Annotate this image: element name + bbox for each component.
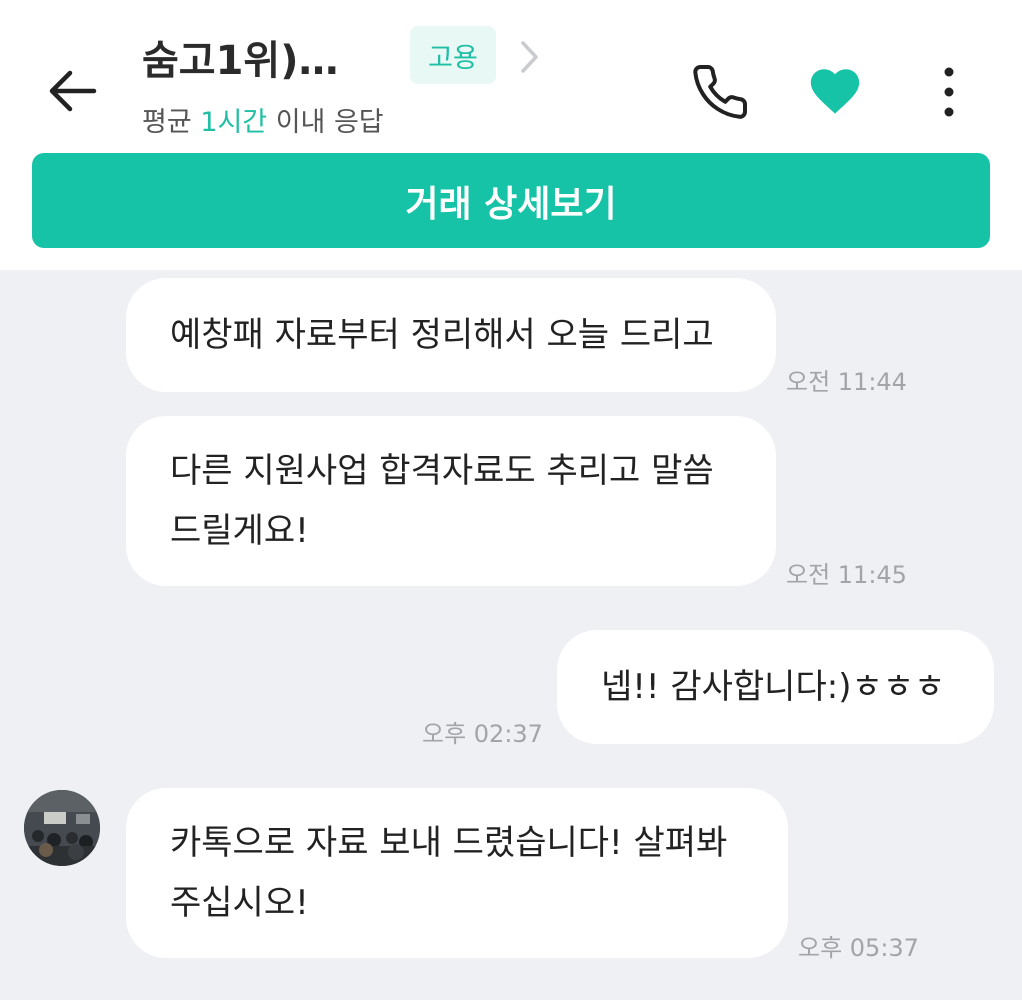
deal-details-button[interactable]: 거래 상세보기 [32,153,990,248]
back-arrow-icon[interactable] [44,62,102,120]
chat-title[interactable]: 숨고1위)… [142,28,339,86]
avatar-photo [24,790,100,866]
chevron-right-icon[interactable] [514,38,544,76]
message-line: 예창패 자료부터 정리해서 오늘 드리고 [170,315,714,355]
message-line: 넵!! 감사합니다:)ㅎㅎㅎ [601,667,946,707]
avatar[interactable] [24,790,100,866]
message-bubble-received: 예창패 자료부터 정리해서 오늘 드리고 [126,278,776,392]
message-bubble-received: 카톡으로 자료 보내 드렸습니다! 살펴봐 주십시오! [126,788,788,958]
response-time: 평균 1시간 이내 응답 [142,100,384,139]
response-suffix: 이내 응답 [267,107,384,138]
phone-icon[interactable] [690,62,750,122]
heart-icon[interactable] [806,62,864,120]
message-time: 오전 11:45 [786,561,907,589]
more-vertical-icon[interactable] [934,64,964,120]
hire-badge: 고용 [410,26,496,84]
message-time: 오후 05:37 [798,934,919,962]
chat-header: 숨고1위)… 고용 평균 1시간 이내 응답 거래 상세보기 [0,0,1022,270]
message-bubble-sent: 넵!! 감사합니다:)ㅎㅎㅎ [557,630,994,744]
response-prefix: 평균 [142,107,201,138]
message-line: 다른 지원사업 합격자료도 추리고 말씀 [170,451,714,491]
message-line: 주십시오! [170,883,309,923]
message-time: 오후 02:37 [422,720,543,748]
message-time: 오전 11:44 [786,368,907,396]
message-bubble-received: 다른 지원사업 합격자료도 추리고 말씀 드릴게요! [126,416,776,586]
message-line: 카톡으로 자료 보내 드렸습니다! 살펴봐 [170,823,728,863]
message-line: 드릴게요! [170,511,309,551]
response-highlight: 1시간 [200,107,268,138]
chat-area[interactable]: 예창패 자료부터 정리해서 오늘 드리고 오전 11:44 다른 지원사업 합격… [0,270,1022,1000]
